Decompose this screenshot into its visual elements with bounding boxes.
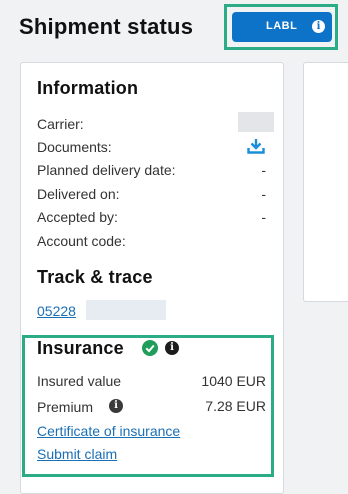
secondary-panel xyxy=(303,62,348,302)
info-icon: i xyxy=(312,20,325,33)
planned-delivery-label: Planned delivery date: xyxy=(37,162,176,178)
label-button[interactable]: LABL i xyxy=(232,12,332,42)
label-button-text: LABL xyxy=(266,20,298,32)
premium-label: Premium xyxy=(37,399,94,415)
carrier-value-redacted xyxy=(238,112,274,132)
documents-label: Documents: xyxy=(37,139,112,155)
delivered-on-label: Delivered on: xyxy=(37,186,120,202)
accepted-by-value: - xyxy=(261,209,266,225)
accepted-by-label: Accepted by: xyxy=(37,209,118,225)
tracking-number-link[interactable]: 05228 xyxy=(37,303,76,319)
premium-info-icon[interactable]: i xyxy=(109,399,123,413)
insured-value-label: Insured value xyxy=(37,373,122,389)
certificate-of-insurance-link[interactable]: Certificate of insurance xyxy=(37,423,180,439)
planned-delivery-value: - xyxy=(261,162,266,178)
insured-value: 1040 EUR xyxy=(201,373,266,389)
page-title: Shipment status xyxy=(19,14,194,39)
submit-claim-link[interactable]: Submit claim xyxy=(37,446,117,462)
insurance-info-icon[interactable]: i xyxy=(165,341,179,355)
track-trace-heading: Track & trace xyxy=(37,267,153,287)
carrier-label: Carrier: xyxy=(37,116,84,132)
insurance-heading: Insurance xyxy=(37,338,124,358)
download-icon[interactable] xyxy=(247,137,265,155)
account-code-label: Account code: xyxy=(37,233,126,249)
delivered-on-value: - xyxy=(261,186,266,202)
information-heading: Information xyxy=(37,78,139,98)
tracking-number-redacted xyxy=(86,300,166,320)
check-circle-icon xyxy=(142,340,158,356)
premium-value: 7.28 EUR xyxy=(205,398,266,414)
